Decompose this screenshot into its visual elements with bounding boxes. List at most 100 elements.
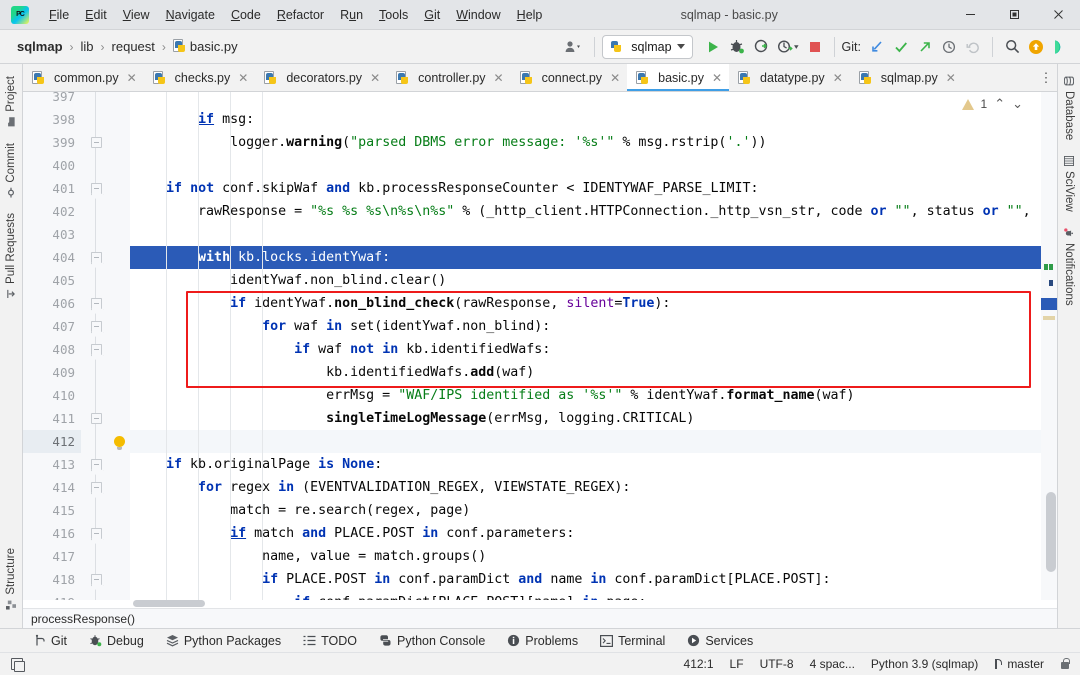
profile-run-icon[interactable]: [773, 35, 803, 59]
code-line-398: if msg:: [130, 108, 1041, 131]
git-commit-icon[interactable]: [889, 35, 913, 59]
toolwindow-services[interactable]: Services: [676, 632, 764, 650]
intention-bulb-icon[interactable]: [111, 430, 127, 453]
toolwindow-terminal[interactable]: Terminal: [589, 632, 676, 650]
sidebar-item-pull-requests[interactable]: Pull Requests: [5, 205, 17, 307]
search-icon[interactable]: [1000, 35, 1024, 59]
tab-close-icon[interactable]: ✕: [370, 71, 380, 85]
breadcrumb-file[interactable]: basic.py: [169, 37, 242, 56]
fold-marker-407[interactable]: [91, 321, 102, 332]
tab-basic-py[interactable]: basic.py ✕: [627, 64, 729, 91]
toolwindow-python-packages[interactable]: Python Packages: [155, 632, 292, 650]
fold-marker-401[interactable]: [91, 183, 102, 194]
tab-checks-py[interactable]: checks.py ✕: [144, 64, 256, 91]
sidebar-item-structure[interactable]: Structure: [5, 540, 17, 618]
sidebar-label-pull-requests: Pull Requests: [5, 213, 17, 284]
fold-marker-414[interactable]: [91, 482, 102, 493]
tab-close-icon[interactable]: ✕: [833, 71, 843, 85]
toolwindow-debug[interactable]: Debug: [78, 632, 155, 650]
layout-icon[interactable]: [11, 658, 23, 670]
fold-marker-416[interactable]: [91, 528, 102, 539]
toolwindow-problems[interactable]: Problems: [496, 632, 589, 650]
tab-close-icon[interactable]: ✕: [946, 71, 956, 85]
tab-sqlmap-py[interactable]: sqlmap.py ✕: [850, 64, 963, 91]
tab-label: connect.py: [542, 71, 602, 85]
read-only-toggle[interactable]: [1052, 657, 1070, 671]
vertical-scrollbar-thumb[interactable]: [1046, 492, 1056, 572]
tab-common-py[interactable]: common.py ✕: [23, 64, 144, 91]
tab-close-icon[interactable]: ✕: [127, 71, 137, 85]
tab-close-icon[interactable]: ✕: [610, 71, 620, 85]
breadcrumb-lib[interactable]: lib: [77, 37, 98, 56]
menu-refactor[interactable]: Refactor: [269, 4, 332, 26]
fold-marker-406[interactable]: [91, 298, 102, 309]
git-push-icon[interactable]: [913, 35, 937, 59]
toolwindow-python-console[interactable]: Python Console: [368, 632, 496, 650]
line-number: 404: [23, 246, 81, 269]
git-branch-icon: [35, 634, 46, 647]
maximize-button[interactable]: [992, 0, 1036, 30]
profile-icon[interactable]: [559, 35, 587, 59]
tab-close-icon[interactable]: ✕: [238, 71, 248, 85]
menu-run[interactable]: Run: [332, 4, 371, 26]
horizontal-scrollbar[interactable]: [23, 600, 1057, 608]
git-history-icon[interactable]: [937, 35, 961, 59]
toolwindow-todo[interactable]: TODO: [292, 632, 368, 650]
menu-tools[interactable]: Tools: [371, 4, 416, 26]
sidebar-item-database[interactable]: Database: [1063, 68, 1075, 148]
minimize-button[interactable]: [948, 0, 992, 30]
commit-icon: [6, 187, 16, 197]
menu-git[interactable]: Git: [416, 4, 448, 26]
python-interpreter[interactable]: Python 3.9 (sqlmap): [863, 657, 986, 671]
menu-window[interactable]: Window: [448, 4, 508, 26]
ai-assistant-icon[interactable]: [1048, 35, 1072, 59]
fold-marker-399[interactable]: [91, 137, 102, 148]
menu-file[interactable]: FFileile: [41, 4, 77, 26]
code-text-area[interactable]: if msg: logger.warning("parsed DBMS erro…: [130, 92, 1041, 600]
sidebar-item-commit[interactable]: Commit: [5, 135, 17, 206]
caret-position[interactable]: 412:1: [676, 657, 722, 671]
breadcrumb-sqlmap[interactable]: sqlmap: [13, 37, 67, 56]
structure-icon: [6, 600, 16, 610]
run-with-coverage-icon[interactable]: [749, 35, 773, 59]
breadcrumb-request[interactable]: request: [108, 37, 159, 56]
menu-navigate[interactable]: Navigate: [158, 4, 223, 26]
tab-close-icon[interactable]: ✕: [712, 71, 722, 85]
horizontal-scrollbar-thumb[interactable]: [133, 600, 205, 607]
toolwindow-git[interactable]: Git: [24, 632, 78, 650]
tabs-overflow-menu-icon[interactable]: ⋮: [1035, 64, 1057, 91]
sidebar-item-sciview[interactable]: SciView: [1063, 148, 1075, 220]
fold-marker-408[interactable]: [91, 344, 102, 355]
menu-view[interactable]: View: [115, 4, 158, 26]
tab-connect-py[interactable]: connect.py ✕: [511, 64, 628, 91]
git-update-icon[interactable]: [865, 35, 889, 59]
updates-icon[interactable]: [1024, 35, 1048, 59]
next-problem-icon[interactable]: ⌄: [1012, 96, 1023, 112]
fold-marker-404[interactable]: [91, 252, 102, 263]
fold-marker-413[interactable]: [91, 459, 102, 470]
editor-breadcrumb: processResponse(): [23, 608, 1057, 628]
tab-controller-py[interactable]: controller.py ✕: [387, 64, 510, 91]
run-icon[interactable]: [701, 35, 725, 59]
tab-close-icon[interactable]: ✕: [494, 71, 504, 85]
tab-datatype-py[interactable]: datatype.py ✕: [729, 64, 850, 91]
tab-decorators-py[interactable]: decorators.py ✕: [255, 64, 387, 91]
file-encoding[interactable]: UTF-8: [752, 657, 802, 671]
close-button[interactable]: [1036, 0, 1080, 30]
fold-marker-411[interactable]: [91, 413, 102, 424]
git-rollback-icon[interactable]: [961, 35, 985, 59]
git-branch-widget[interactable]: master: [986, 657, 1052, 671]
indent-setting[interactable]: 4 spac...: [802, 657, 863, 671]
run-configuration-selector[interactable]: sqlmap: [602, 35, 692, 59]
menu-edit[interactable]: Edit: [77, 4, 115, 26]
previous-problem-icon[interactable]: ⌃: [994, 96, 1005, 112]
stop-icon[interactable]: [803, 35, 827, 59]
editor-marker-strip[interactable]: [1041, 92, 1057, 600]
line-separator[interactable]: LF: [722, 657, 752, 671]
debug-icon[interactable]: [725, 35, 749, 59]
sidebar-item-project[interactable]: Project: [5, 68, 17, 135]
breadcrumb-function[interactable]: processResponse(): [31, 612, 135, 626]
fold-marker-418[interactable]: [91, 574, 102, 585]
menu-code[interactable]: Code: [223, 4, 269, 26]
sidebar-item-notifications[interactable]: Notifications: [1063, 220, 1075, 314]
